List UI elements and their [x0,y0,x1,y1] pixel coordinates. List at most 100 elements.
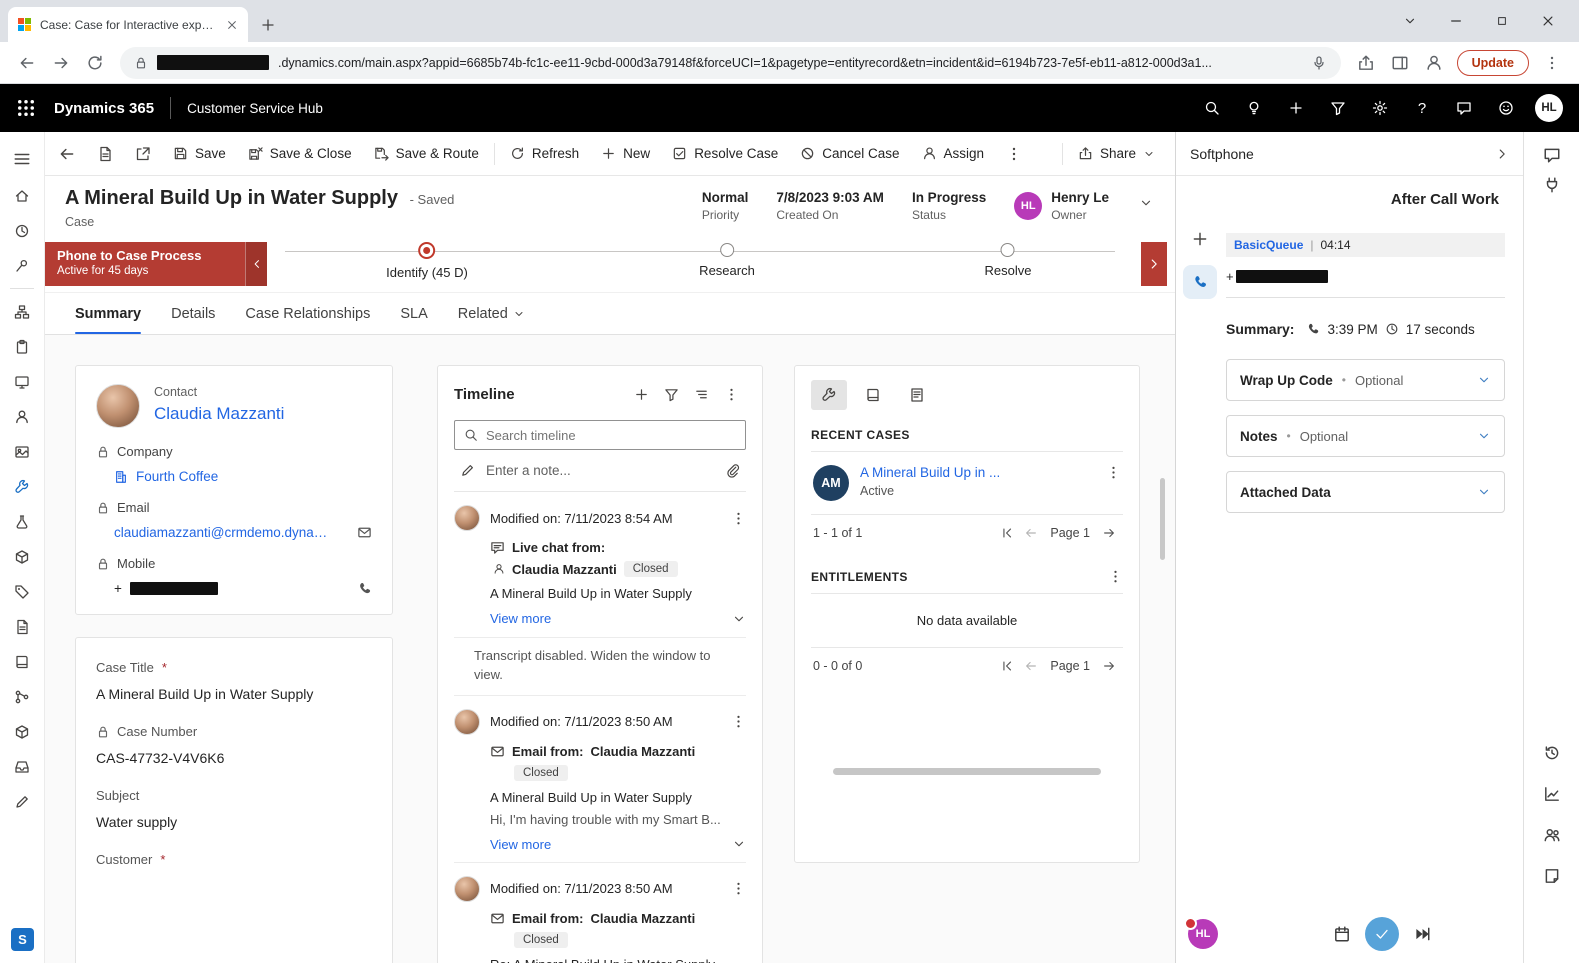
notes-section[interactable]: Notes • Optional [1226,415,1505,457]
entry-subject[interactable]: Re: A Mineral Build Up in Water Supply [490,957,746,963]
sidebar-item-queues[interactable] [0,749,44,784]
entry-subject[interactable]: A Mineral Build Up in Water Supply [490,790,746,805]
bpf-next-stage-button[interactable] [1141,242,1167,286]
entry-more-button[interactable] [731,714,746,729]
contact-avatar[interactable] [96,384,140,428]
sidebar-item-recent[interactable] [0,213,44,248]
feedback-smiley-icon[interactable] [1485,84,1527,132]
share-button[interactable]: Share [1068,136,1165,172]
sitemap-toggle-icon[interactable] [0,140,44,178]
sidebar-item-packages[interactable] [0,714,44,749]
bpf-process-banner[interactable]: Phone to Case Process Active for 45 days [45,242,267,286]
sidebar-item-clipboard[interactable] [0,329,44,364]
call-phone-icon[interactable] [357,581,372,596]
sidebar-item-flows[interactable] [0,679,44,714]
save-and-close-button[interactable]: Save & Close [238,136,362,172]
email-link[interactable]: claudiamazzanti@crmdemo.dynamic... [114,525,334,540]
settings-gear-icon[interactable] [1359,84,1401,132]
sidebar-item-sitemap[interactable] [0,294,44,329]
recent-case-row[interactable]: AM A Mineral Build Up in ... Active [811,452,1123,515]
share-page-icon[interactable] [1349,46,1383,80]
previous-page-icon[interactable] [1019,526,1043,540]
search-icon[interactable] [1191,84,1233,132]
bpf-collapse-chevron-icon[interactable] [245,242,267,286]
bpf-stage-resolve[interactable]: Resolve [985,243,1032,278]
new-tab-icon[interactable] [260,17,276,33]
entry-person[interactable]: Claudia Mazzanti [591,744,696,759]
quick-create-icon[interactable] [1275,84,1317,132]
chevron-down-icon[interactable] [1477,429,1491,443]
user-avatar[interactable]: HL [1535,94,1563,122]
split-screen-icon[interactable] [1383,46,1417,80]
tab-list-chevron-icon[interactable] [1387,0,1433,42]
paperclip-icon[interactable] [725,463,740,478]
timeline-search-input[interactable] [486,428,736,443]
first-page-icon[interactable] [995,659,1019,673]
entry-more-button[interactable] [731,881,746,896]
wrap-up-code-section[interactable]: Wrap Up Code • Optional [1226,359,1505,401]
sidebar-item-gallery[interactable] [0,434,44,469]
owner-link[interactable]: Henry Le [1051,190,1109,205]
next-page-icon[interactable] [1097,526,1121,540]
related-tab-knowledge[interactable] [855,380,891,410]
cancel-case-button[interactable]: Cancel Case [790,136,909,172]
more-commands-button[interactable] [996,136,1032,172]
recent-case-link[interactable]: A Mineral Build Up in ... [860,465,1000,480]
timeline-filter-button[interactable] [656,380,686,408]
send-email-icon[interactable] [357,525,372,540]
browser-update-button[interactable]: Update [1457,50,1529,76]
entry-person[interactable]: Claudia Mazzanti [591,911,696,926]
teams-chat-icon[interactable] [1443,84,1485,132]
sidebar-item-products[interactable] [0,539,44,574]
complete-acw-button[interactable] [1365,917,1399,951]
chevron-down-icon[interactable] [1477,485,1491,499]
tab-details[interactable]: Details [171,293,215,334]
agent-avatar[interactable]: HL [1188,919,1218,949]
filter-icon[interactable] [1317,84,1359,132]
hub-name[interactable]: Customer Service Hub [187,101,323,116]
bpf-stage-dot[interactable] [720,243,734,257]
contacts-button[interactable] [1543,826,1561,844]
open-in-new-window-button[interactable] [125,136,161,172]
app-name[interactable]: Dynamics 365 [54,100,154,117]
sidebar-item-services[interactable] [0,469,44,504]
active-call-session-button[interactable] [1183,265,1217,299]
recent-case-more-button[interactable] [1106,465,1121,480]
new-session-plus-icon[interactable] [1191,230,1209,248]
mic-icon[interactable] [1311,55,1327,71]
window-close-icon[interactable] [1525,0,1571,42]
sidebar-item-edit[interactable] [0,784,44,819]
header-expand-chevron-icon[interactable] [1139,196,1153,210]
first-page-icon[interactable] [995,526,1019,540]
collapse-panel-chevron-icon[interactable] [1495,147,1509,161]
environment-badge[interactable]: S [11,928,34,951]
case-number-value[interactable]: CAS-47732-V4V6K6 [96,750,372,766]
chevron-down-icon[interactable] [732,612,746,626]
browser-refresh-icon[interactable] [78,46,112,80]
timeline-sort-button[interactable] [686,380,716,408]
related-tab-forms[interactable] [899,380,935,410]
entitlements-more-button[interactable] [1108,569,1123,584]
sidebar-item-lab[interactable] [0,504,44,539]
sidebar-item-contacts[interactable] [0,399,44,434]
notes-button[interactable] [1543,867,1561,885]
entry-more-button[interactable] [731,511,746,526]
chevron-down-icon[interactable] [732,837,746,851]
attached-data-section[interactable]: Attached Data [1226,471,1505,513]
address-bar[interactable]: .dynamics.com/main.aspx?appid=6685b74b-f… [120,47,1341,79]
bpf-active-stage-dot[interactable] [419,242,436,259]
tab-related[interactable]: Related [458,293,525,334]
tab-sla[interactable]: SLA [400,293,427,334]
sidebar-item-tags[interactable] [0,574,44,609]
form-page-button[interactable] [87,136,123,172]
view-more-link[interactable]: View more [490,837,551,852]
bpf-stage-research[interactable]: Research [699,243,755,278]
company-link[interactable]: Fourth Coffee [136,469,218,484]
browser-profile-icon[interactable] [1417,46,1451,80]
assign-button[interactable]: Assign [912,136,995,172]
resolve-case-button[interactable]: Resolve Case [662,136,788,172]
note-placeholder[interactable]: Enter a note... [486,463,714,478]
maximize-icon[interactable] [1479,0,1525,42]
save-button[interactable]: Save [163,136,236,172]
skip-acw-button[interactable] [1413,925,1431,943]
